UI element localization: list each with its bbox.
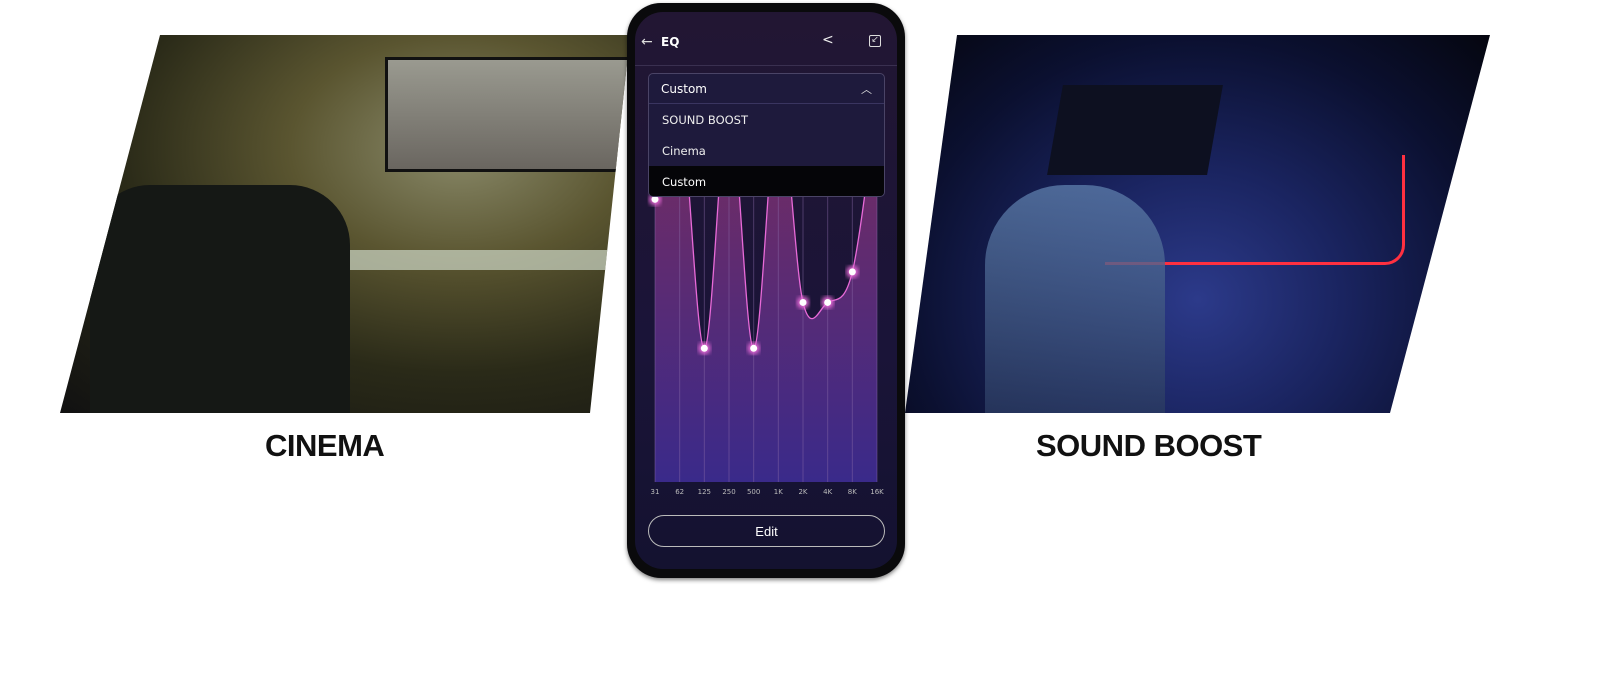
tick-label: 250: [722, 488, 735, 496]
preset-dropdown[interactable]: Custom ︿ SOUND BOOST Cinema Custom: [648, 73, 885, 197]
tick-label: 16K: [870, 488, 884, 496]
tick-label: 500: [747, 488, 760, 496]
tick-label: 2K: [798, 488, 807, 496]
preset-selected[interactable]: Custom ︿: [649, 74, 884, 104]
eq-point: [799, 298, 807, 306]
tick-label: 31: [651, 488, 660, 496]
cinema-caption: CINEMA: [265, 428, 385, 463]
tick-label: 8K: [848, 488, 857, 496]
eq-point: [824, 298, 832, 306]
tick-label: 4K: [823, 488, 832, 496]
tick-label: 62: [675, 488, 684, 496]
cinema-photo: [60, 35, 630, 413]
eq-point: [750, 344, 758, 352]
option-sound-boost[interactable]: SOUND BOOST: [649, 104, 884, 135]
eq-point: [848, 268, 856, 276]
sound-boost-caption: SOUND BOOST: [1036, 428, 1262, 463]
phone-screen: ← EQ < ↙ Custom ︿ SOUND BOOST Cinema Cust…: [635, 12, 897, 569]
selected-value: Custom: [661, 82, 707, 96]
phone: ← EQ < ↙ Custom ︿ SOUND BOOST Cinema Cust…: [627, 3, 905, 578]
sound-boost-photo: [905, 35, 1490, 413]
eq-point: [700, 344, 708, 352]
tick-label: 125: [698, 488, 711, 496]
option-custom[interactable]: Custom: [649, 166, 884, 196]
tick-label: 1K: [774, 488, 783, 496]
chevron-up-icon[interactable]: ︿: [861, 81, 872, 97]
option-cinema[interactable]: Cinema: [649, 135, 884, 166]
